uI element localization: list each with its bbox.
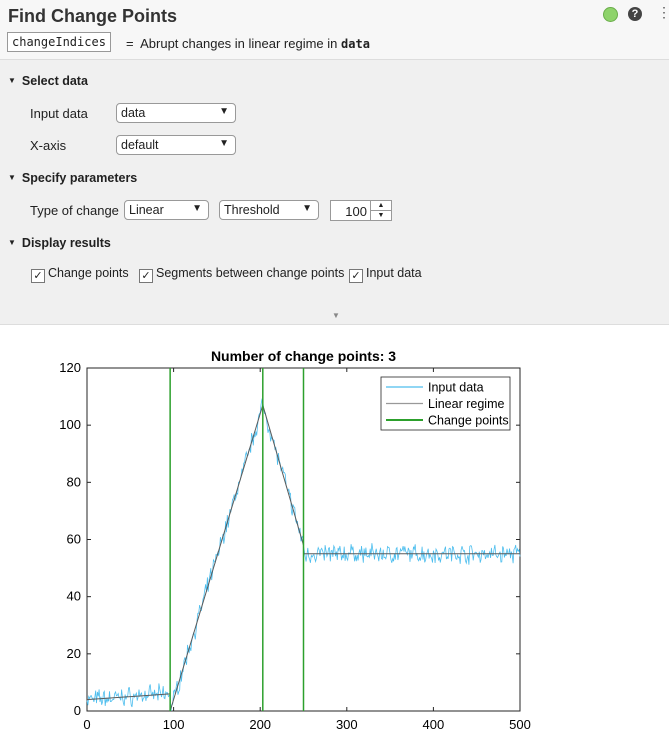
x-axis-label: X-axis — [30, 138, 67, 153]
type-of-change-label: Type of change — [30, 203, 119, 218]
method-dropdown[interactable]: Threshold ▼ — [219, 200, 319, 220]
y-tick-label: 40 — [67, 589, 81, 604]
collapse-triangle-icon: ▼ — [8, 238, 16, 247]
spinner-down-icon[interactable]: ▼ — [370, 211, 391, 220]
section-select-data[interactable]: ▼ Select data — [8, 74, 88, 88]
input-data-label: Input data — [30, 106, 88, 121]
type-of-change-dropdown[interactable]: Linear ▼ — [124, 200, 209, 220]
y-tick-label: 0 — [74, 703, 81, 718]
checkmark-icon: ✓ — [349, 269, 363, 283]
dropdown-arrow-icon: ▼ — [219, 106, 229, 117]
y-tick-label: 20 — [67, 646, 81, 661]
chart-title: Number of change points: 3 — [211, 348, 396, 364]
x-tick-label: 200 — [249, 717, 271, 732]
checkbox-input-data[interactable]: ✓ Input data — [349, 266, 422, 283]
legend-label: Change points — [428, 414, 509, 428]
dropdown-arrow-icon: ▼ — [302, 203, 312, 214]
change-points-chart: Number of change points: 30 100 200 300 400 5… — [59, 348, 531, 732]
output-variable-field[interactable]: changeIndices — [7, 32, 111, 52]
x-tick-label: 400 — [423, 717, 445, 732]
y-tick-label: 60 — [67, 532, 81, 547]
collapse-triangle-icon: ▼ — [8, 173, 16, 182]
x-axis-dropdown[interactable]: default ▼ — [116, 135, 236, 155]
task-title: Find Change Points — [8, 6, 177, 26]
dropdown-arrow-icon: ▼ — [192, 203, 202, 214]
collapse-triangle-icon: ▼ — [8, 76, 16, 85]
vertical-ellipsis-icon[interactable]: ⋮ — [657, 4, 669, 21]
checkbox-change-points[interactable]: ✓ Change points — [31, 266, 129, 283]
y-tick-label: 120 — [59, 360, 81, 375]
x-tick-label: 300 — [336, 717, 358, 732]
dropdown-arrow-icon: ▼ — [219, 138, 229, 149]
y-tick-label: 100 — [59, 417, 81, 432]
x-tick-label: 100 — [163, 717, 185, 732]
legend-label: Linear regime — [428, 397, 504, 411]
checkmark-icon: ✓ — [31, 269, 45, 283]
x-tick-label: 0 — [83, 717, 90, 732]
x-tick-label: 500 — [509, 717, 531, 732]
task-controls-panel: ▼ Select data Input data data ▼ X-axis def… — [0, 60, 669, 325]
legend-label: Input data — [428, 381, 484, 395]
status-indicator-icon — [603, 7, 618, 22]
section-display-results[interactable]: ▼ Display results — [8, 236, 111, 250]
threshold-spinner[interactable]: 100 ▲ ▼ — [330, 200, 392, 221]
checkbox-segments[interactable]: ✓ Segments between change points — [139, 266, 344, 283]
spinner-up-icon[interactable]: ▲ — [370, 201, 391, 211]
checkmark-icon: ✓ — [139, 269, 153, 283]
input-data-dropdown[interactable]: data ▼ — [116, 103, 236, 123]
collapse-panel-icon[interactable]: ▼ — [332, 311, 340, 320]
task-header: Find Change Points changeIndices = Abrup… — [0, 0, 669, 60]
task-description: = Abrupt changes in linear regime in dat… — [126, 36, 370, 51]
y-tick-label: 80 — [67, 474, 81, 489]
question-circle-icon[interactable]: ? — [628, 7, 642, 21]
section-specify-parameters[interactable]: ▼ Specify parameters — [8, 171, 137, 185]
